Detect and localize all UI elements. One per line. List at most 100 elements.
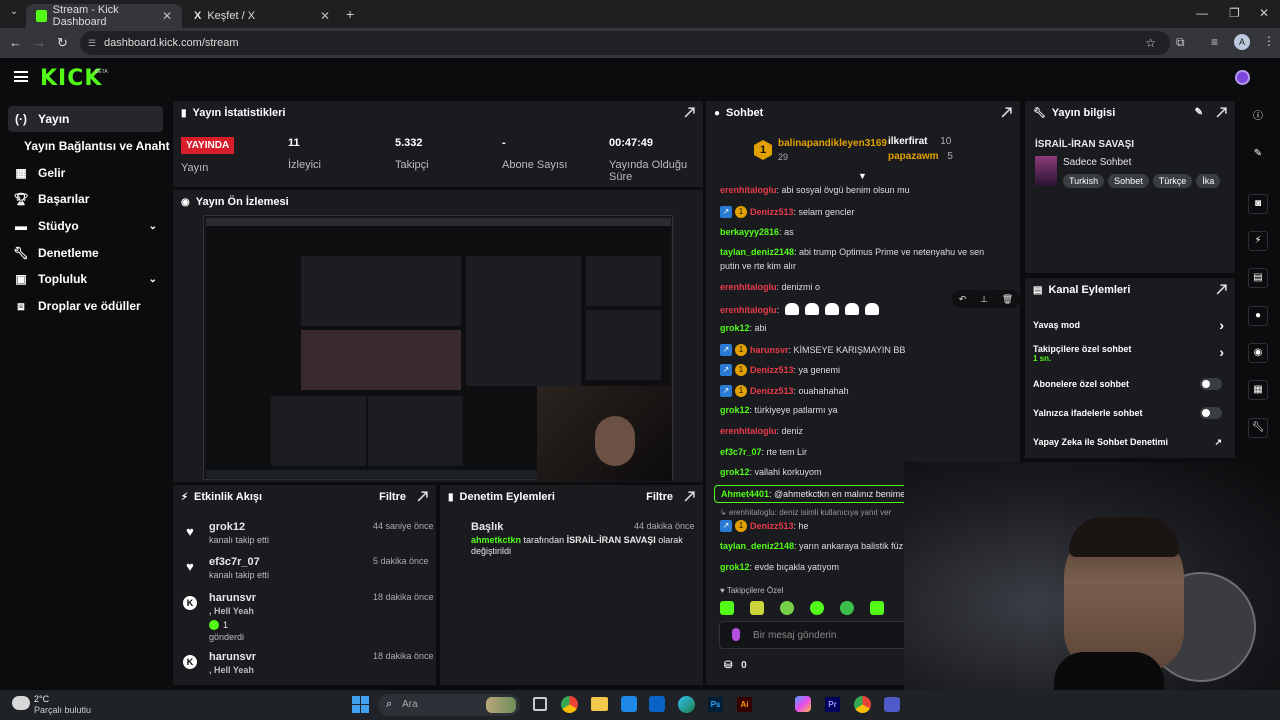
emote-icon[interactable] xyxy=(805,303,820,315)
chat-username[interactable]: grok12 xyxy=(720,562,750,572)
chrome-active-icon[interactable] xyxy=(854,696,871,713)
expand-icon[interactable] xyxy=(684,107,695,118)
new-tab-icon[interactable]: + xyxy=(346,6,354,22)
chrome-icon[interactable] xyxy=(561,696,578,713)
teams-icon[interactable] xyxy=(884,697,900,712)
kick-logo[interactable]: KICK xyxy=(40,66,102,91)
emote-icon[interactable] xyxy=(865,303,880,315)
ai-moderation-item[interactable]: Yapay Zeka ile Sohbet Denetimi ↗ xyxy=(1033,437,1228,447)
expand-icon[interactable] xyxy=(417,491,428,502)
edit-icon[interactable]: ✎ xyxy=(1248,145,1268,165)
edit-pencil-icon[interactable]: ✎ xyxy=(1195,107,1203,118)
filter-button[interactable]: Filtre xyxy=(646,491,673,503)
tag-chip[interactable]: Türkçe xyxy=(1152,174,1193,188)
user-avatar[interactable] xyxy=(1235,70,1250,85)
edge-icon[interactable] xyxy=(678,696,695,713)
expand-icon[interactable] xyxy=(1001,107,1012,118)
taskbar-search[interactable]: ⌕ Ara xyxy=(378,694,520,716)
mic-icon[interactable] xyxy=(732,628,740,641)
explorer-icon[interactable] xyxy=(591,697,608,711)
activity-user[interactable]: harunsvr xyxy=(209,651,256,663)
outlook-icon[interactable] xyxy=(621,696,637,712)
chat-username[interactable]: harunsvr xyxy=(750,345,789,355)
close-window-icon[interactable]: ✕ xyxy=(1259,6,1269,20)
sidebar-item-basarilar[interactable]: 🏆︎ Başarılar xyxy=(8,186,163,212)
weather-icon[interactable] xyxy=(12,696,30,710)
chat-username[interactable]: Denizz513 xyxy=(750,365,794,375)
chat-bubble-icon[interactable]: ● xyxy=(1248,306,1268,326)
mod-actor[interactable]: ahmetkctkn xyxy=(471,535,521,545)
forward-icon[interactable]: → xyxy=(33,35,46,50)
expand-icon[interactable] xyxy=(1216,284,1227,295)
site-info-icon[interactable]: ☰ xyxy=(88,38,96,49)
gifter-name[interactable]: ilkerfirat xyxy=(888,136,927,147)
emote-icon[interactable] xyxy=(845,303,860,315)
sidebar-item-gelir[interactable]: ▦ Gelir xyxy=(8,160,163,186)
sidebar-item-studyo[interactable]: ▬ Stüdyo ⌄ xyxy=(8,213,163,239)
gifter-name[interactable]: papazawm xyxy=(888,151,939,162)
emote-icon[interactable] xyxy=(750,601,764,615)
followers-only-item[interactable]: Takipçilere özel sohbet 1 sn. › xyxy=(1033,344,1228,363)
trash-icon[interactable]: 🗑︎ xyxy=(1002,294,1013,305)
slow-mode-item[interactable]: Yavaş mod › xyxy=(1033,317,1228,333)
tab-close-icon[interactable]: ✕ xyxy=(320,9,330,23)
channel-icon[interactable]: ▦ xyxy=(1248,380,1268,400)
emote-icon[interactable] xyxy=(810,601,824,615)
restore-icon[interactable]: ❐ xyxy=(1229,6,1240,20)
emote-icon[interactable] xyxy=(840,601,854,615)
activity-user[interactable]: harunsvr xyxy=(209,592,256,604)
media-icon[interactable]: ≡ xyxy=(1211,35,1218,49)
browser-menu-icon[interactable]: ⋮ xyxy=(1263,34,1275,48)
tag-chip[interactable]: Turkish xyxy=(1063,174,1105,188)
top-gifter-name[interactable]: balinapandikleyen3169 xyxy=(778,138,887,149)
emote-icon[interactable] xyxy=(825,303,840,315)
sidebar-item-topluluk[interactable]: ▣ Topluluk ⌄ xyxy=(8,266,163,292)
task-view-icon[interactable] xyxy=(533,697,547,711)
chat-username[interactable]: Denizz513 xyxy=(750,386,794,396)
document-icon[interactable]: ▤ xyxy=(1248,268,1268,288)
wrench-icon[interactable]: 🔧︎ xyxy=(1248,418,1268,438)
emote-icon[interactable] xyxy=(780,601,794,615)
tab-x-explore[interactable]: X Keşfet / X ✕ xyxy=(184,4,340,28)
chat-username[interactable]: grok12 xyxy=(720,323,750,333)
chat-username[interactable]: erenhitaloglu xyxy=(720,305,777,315)
profile-avatar[interactable]: A xyxy=(1234,34,1250,50)
sidebar-item-yayin[interactable]: (·) Yayın xyxy=(8,106,163,132)
camera-icon[interactable]: ◙ xyxy=(1248,194,1268,214)
chat-username[interactable]: berkayyy2816 xyxy=(720,227,779,237)
category-name[interactable]: Sadece Sohbet xyxy=(1063,157,1131,168)
chat-username[interactable]: ef3c7r_07 xyxy=(720,447,762,457)
chat-username[interactable]: grok12 xyxy=(720,405,750,415)
points-display[interactable]: ⛁ 0 xyxy=(724,660,747,671)
scroll-indicator-icon[interactable]: ▼ xyxy=(858,171,867,181)
filter-button[interactable]: Filtre xyxy=(379,491,406,503)
tab-close-icon[interactable]: ✕ xyxy=(162,9,172,23)
mail-icon[interactable] xyxy=(649,696,665,712)
chat-username[interactable]: erenhitaloglu xyxy=(720,185,777,195)
tag-chip[interactable]: Sohbet xyxy=(1108,174,1149,188)
toggle-switch[interactable] xyxy=(1200,378,1222,390)
sidebar-item-denetleme[interactable]: 🔧︎ Denetleme xyxy=(8,240,163,266)
minimize-icon[interactable]: — xyxy=(1196,6,1208,20)
preview-video[interactable] xyxy=(203,215,673,481)
photoshop-icon[interactable]: Ps xyxy=(708,697,723,712)
pin-icon[interactable]: ⊥ xyxy=(980,294,988,305)
activity-user[interactable]: ef3c7r_07 xyxy=(209,556,260,568)
url-field[interactable]: ☰ dashboard.kick.com/stream ☆ xyxy=(80,31,1170,55)
tab-list-icon[interactable]: ⌄ xyxy=(6,6,22,22)
start-icon[interactable] xyxy=(352,696,369,713)
chat-username[interactable]: taylan_deniz2148 xyxy=(720,541,794,551)
activity-user[interactable]: grok12 xyxy=(209,521,245,533)
extensions-icon[interactable]: ⧉ xyxy=(1176,35,1185,50)
pinned-user[interactable]: Ahmet4401 xyxy=(721,489,769,499)
chat-username[interactable]: Denizz513 xyxy=(750,207,794,217)
sidebar-item-stream-key[interactable]: Yayın Bağlantısı ve Anahtarı xyxy=(20,133,170,159)
expand-icon[interactable] xyxy=(684,491,695,502)
back-icon[interactable]: ← xyxy=(9,35,22,50)
reload-icon[interactable]: ↻ xyxy=(57,35,68,51)
reply-icon[interactable]: ↶ xyxy=(959,294,967,305)
chat-username[interactable]: erenhitaloglu xyxy=(720,282,777,292)
chat-username[interactable]: taylan_deniz2148 xyxy=(720,247,794,257)
emote-icon[interactable] xyxy=(785,303,800,315)
bookmark-star-icon[interactable]: ☆ xyxy=(1145,36,1156,50)
